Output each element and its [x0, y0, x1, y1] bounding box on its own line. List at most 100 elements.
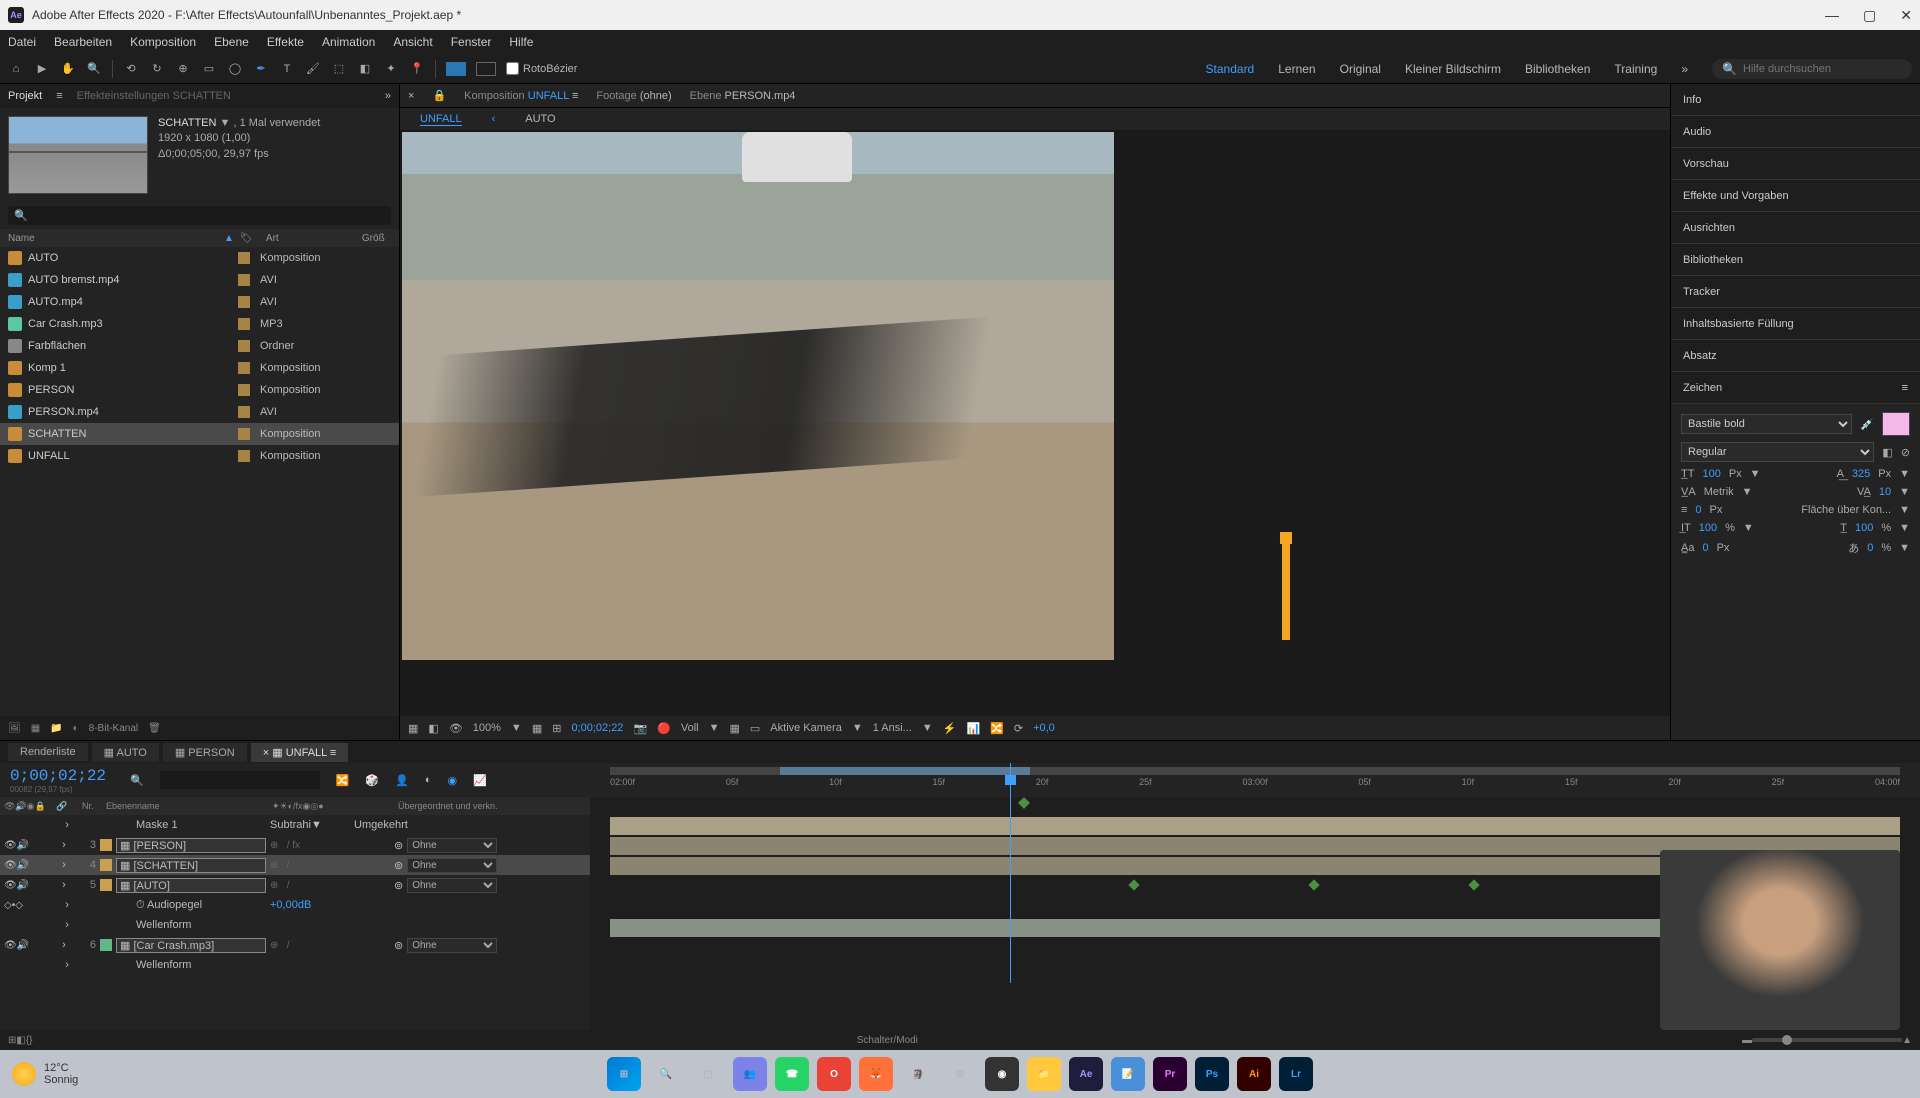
- workspace-original[interactable]: Original: [1340, 62, 1381, 76]
- grid-icon[interactable]: ▦: [532, 722, 542, 735]
- fast-preview-icon[interactable]: ⚡: [943, 722, 957, 735]
- panel-ausrichten[interactable]: Ausrichten: [1671, 212, 1920, 244]
- opera-icon[interactable]: O: [817, 1057, 851, 1091]
- comp-lock-icon[interactable]: 🔒: [432, 89, 446, 102]
- menu-effekte[interactable]: Effekte: [267, 35, 304, 49]
- switches-modes-toggle[interactable]: Schalter/Modi: [857, 1035, 918, 1046]
- toggle-mask-icon[interactable]: ◧: [428, 722, 438, 735]
- menu-hilfe[interactable]: Hilfe: [509, 35, 533, 49]
- bit-depth[interactable]: 8-Bit-Kanal: [89, 723, 138, 734]
- draft3d-icon[interactable]: 🎲: [365, 774, 379, 787]
- stroke-swatch-icon[interactable]: ◧: [1882, 446, 1892, 459]
- tracking-value[interactable]: 10: [1879, 486, 1891, 498]
- trash-icon[interactable]: 🗑: [148, 723, 161, 734]
- close-button[interactable]: ✕: [1900, 7, 1912, 24]
- panel-absatz[interactable]: Absatz: [1671, 340, 1920, 372]
- tab-effekteinstellungen[interactable]: Effekteinstellungen SCHATTEN: [77, 90, 231, 102]
- maximize-button[interactable]: ▢: [1863, 7, 1876, 24]
- baseline-value[interactable]: 0: [1702, 542, 1708, 554]
- panel-bibliotheken[interactable]: Bibliotheken: [1671, 244, 1920, 276]
- comp-mini-flowchart-icon[interactable]: 🔀: [336, 774, 350, 787]
- comp-close-icon[interactable]: ×: [408, 90, 414, 102]
- layer-bar[interactable]: [610, 817, 1900, 835]
- minimize-button[interactable]: —: [1825, 7, 1839, 24]
- tab-projekt[interactable]: Projekt: [8, 90, 42, 102]
- orbit-tool-icon[interactable]: ⟲: [123, 61, 139, 77]
- illustrator-icon[interactable]: Ai: [1237, 1057, 1271, 1091]
- tab-unfall[interactable]: × ▦ UNFALL ≡: [251, 743, 349, 762]
- panel-info[interactable]: Info: [1671, 84, 1920, 116]
- menu-ansicht[interactable]: Ansicht: [393, 35, 432, 49]
- interpret-icon[interactable]: 🖼: [8, 723, 21, 734]
- explorer-icon[interactable]: 📁: [1027, 1057, 1061, 1091]
- panel-menu-icon[interactable]: ≡: [56, 90, 62, 102]
- app-icon[interactable]: 📝: [1111, 1057, 1145, 1091]
- workspace-bibliotheken[interactable]: Bibliotheken: [1525, 62, 1590, 76]
- tab-auto[interactable]: ▦ AUTO: [92, 743, 159, 762]
- workspace-standard[interactable]: Standard: [1206, 62, 1255, 76]
- tab-renderliste[interactable]: Renderliste: [8, 743, 88, 761]
- brush-tool-icon[interactable]: 🖌: [305, 61, 321, 77]
- obs-icon[interactable]: ◉: [985, 1057, 1019, 1091]
- camera-dropdown[interactable]: Aktive Kamera: [770, 722, 842, 734]
- project-item[interactable]: SCHATTENKomposition: [0, 423, 399, 445]
- panel-effekte[interactable]: Effekte und Vorgaben: [1671, 180, 1920, 212]
- timeline-layer-row[interactable]: ›Maske 1Subtrahi▼Umgekehrt: [0, 815, 590, 835]
- roto-tool-icon[interactable]: ✦: [383, 61, 399, 77]
- menu-komposition[interactable]: Komposition: [130, 35, 196, 49]
- font-size-value[interactable]: 100: [1702, 468, 1720, 480]
- stroke-width-value[interactable]: 0: [1695, 504, 1701, 516]
- fill-over-stroke[interactable]: Fläche über Kon...: [1801, 504, 1891, 516]
- workspace-training[interactable]: Training: [1614, 62, 1657, 76]
- rect-tool-icon[interactable]: ▭: [201, 61, 217, 77]
- eraser-tool-icon[interactable]: ◧: [357, 61, 373, 77]
- keyframe-icon[interactable]: [1308, 879, 1319, 890]
- keyframe-icon[interactable]: [1468, 879, 1479, 890]
- ellipse-tool-icon[interactable]: ◯: [227, 61, 243, 77]
- workspace-more-icon[interactable]: »: [1681, 62, 1688, 76]
- zoom-level[interactable]: 100%: [473, 722, 501, 734]
- no-stroke-icon[interactable]: ⊘: [1901, 446, 1910, 459]
- panel-inhaltsfuellung[interactable]: Inhaltsbasierte Füllung: [1671, 308, 1920, 340]
- col-size[interactable]: Größ: [362, 233, 385, 244]
- tsume-value[interactable]: 0: [1867, 542, 1873, 554]
- stroke-swatch[interactable]: [476, 62, 496, 76]
- safe-zones-icon[interactable]: ⊞: [552, 722, 561, 735]
- timeline-zoom-slider[interactable]: [1752, 1038, 1902, 1042]
- exposure-value[interactable]: +0,0: [1033, 722, 1055, 734]
- playhead[interactable]: [1010, 763, 1011, 983]
- toggle-pane-icon[interactable]: {}: [26, 1035, 33, 1046]
- pen-tool-icon[interactable]: ✒: [253, 61, 269, 77]
- leading-value[interactable]: 325: [1852, 468, 1870, 480]
- whatsapp-icon[interactable]: ☎: [775, 1057, 809, 1091]
- timeline-layer-row[interactable]: ◇•◇ ›⏱ Audiopegel+0,00dB: [0, 895, 590, 915]
- timeline-layer-row[interactable]: 👁🔊 ›3▦ [PERSON]⊕ / fx⊚ Ohne: [0, 835, 590, 855]
- project-item[interactable]: AUTO.mp4AVI: [0, 291, 399, 313]
- hand-tool-icon[interactable]: ✋: [60, 61, 76, 77]
- project-item[interactable]: AUTOKomposition: [0, 247, 399, 269]
- toggle-guides-icon[interactable]: 👁: [449, 722, 463, 735]
- motion-blur-icon[interactable]: ◉: [447, 774, 457, 787]
- rotobezier-checkbox[interactable]: RotoBézier: [506, 62, 577, 75]
- new-comp-icon[interactable]: ▦: [31, 723, 40, 734]
- eyedropper-icon[interactable]: 💉: [1860, 418, 1874, 431]
- panel-tracker[interactable]: Tracker: [1671, 276, 1920, 308]
- adjustment-icon[interactable]: ◐: [73, 723, 79, 734]
- photoshop-icon[interactable]: Ps: [1195, 1057, 1229, 1091]
- timeline-layer-row[interactable]: ›Wellenform: [0, 955, 590, 975]
- composition-viewer[interactable]: [400, 130, 1670, 716]
- toggle-switches-icon[interactable]: ⊞: [8, 1035, 16, 1046]
- start-button[interactable]: ⊞: [607, 1057, 641, 1091]
- resolution-dropdown[interactable]: Voll: [681, 722, 699, 734]
- keyframe-icon[interactable]: [1128, 879, 1139, 890]
- kerning-value[interactable]: Metrik: [1704, 486, 1734, 498]
- after-effects-icon[interactable]: Ae: [1069, 1057, 1103, 1091]
- app-icon[interactable]: 🗿: [901, 1057, 935, 1091]
- zoom-in-icon[interactable]: ▲: [1902, 1035, 1912, 1046]
- text-tool-icon[interactable]: T: [279, 61, 295, 77]
- tab-person[interactable]: ▦ PERSON: [163, 743, 247, 762]
- timeline-ruler[interactable]: 02:00f05f10f15f20f25f03:00f05f10f15f20f2…: [590, 763, 1920, 797]
- project-search[interactable]: 🔍: [8, 206, 391, 225]
- clone-tool-icon[interactable]: ⬚: [331, 61, 347, 77]
- search-button[interactable]: 🔍: [649, 1057, 683, 1091]
